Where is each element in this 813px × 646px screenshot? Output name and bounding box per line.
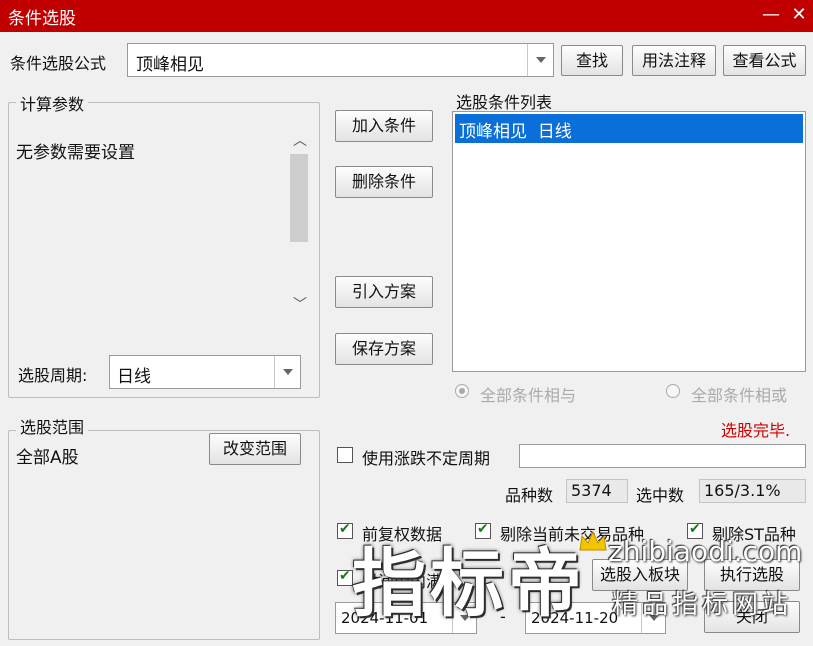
add-condition-button[interactable]: 加入条件 <box>335 110 433 142</box>
params-message: 无参数需要设置 <box>16 143 135 163</box>
radio-and-label: 全部条件相与 <box>480 386 577 405</box>
watermark-url: zhibiaodi.com <box>608 535 803 568</box>
time-range-checkbox[interactable] <box>337 568 353 586</box>
scroll-down-icon[interactable]: ﹀ <box>293 294 307 314</box>
adjusted-data-checkbox[interactable] <box>337 521 353 539</box>
minimize-button[interactable]: — <box>758 2 784 28</box>
import-plan-button[interactable]: 引入方案 <box>335 276 433 308</box>
conditions-list[interactable]: 顶峰相见 日线 <box>452 111 806 372</box>
variable-period-label: 使用涨跌不定周期 <box>362 449 491 468</box>
list-item[interactable]: 顶峰相见 日线 <box>455 114 803 143</box>
close-window-button[interactable]: ✕ <box>786 2 812 28</box>
selected-value: 165/3.1% <box>699 479 806 503</box>
chevron-down-icon[interactable] <box>527 44 553 76</box>
scroll-thumb[interactable] <box>290 154 308 242</box>
conditions-title: 选股条件列表 <box>456 93 553 112</box>
range-group-title: 选股范围 <box>16 414 89 438</box>
count-value: 5374 <box>566 479 628 503</box>
variable-period-checkbox[interactable] <box>337 447 353 463</box>
period-combo[interactable]: 日线 <box>109 355 301 389</box>
period-label: 选股周期: <box>18 366 88 385</box>
chevron-down-icon[interactable] <box>274 356 300 388</box>
delete-condition-button[interactable]: 删除条件 <box>335 166 433 198</box>
params-group-title: 计算参数 <box>16 91 89 115</box>
radio-or-label: 全部条件相或 <box>691 386 788 405</box>
watermark-text: 指标帝 <box>352 541 586 627</box>
status-text: 选股完毕. <box>721 421 791 440</box>
formula-value: 顶峰相见 <box>136 55 204 75</box>
params-scrollbar[interactable]: ︿ ﹀ <box>288 128 310 318</box>
params-panel: 无参数需要设置 ︿ ﹀ <box>12 128 314 318</box>
selected-label: 选中数 <box>636 486 685 505</box>
find-button[interactable]: 查找 <box>561 45 623 76</box>
variable-period-input[interactable] <box>519 444 806 468</box>
formula-label: 条件选股公式 <box>10 54 107 73</box>
dialog-body: 条件选股公式 顶峰相见 查找 用法注释 查看公式 计算参数 无参数需要设置 ︿ … <box>0 32 813 646</box>
period-value: 日线 <box>117 367 151 387</box>
range-value: 全部A股 <box>16 448 79 468</box>
count-label: 品种数 <box>505 486 554 505</box>
crown-icon <box>579 530 607 551</box>
save-plan-button[interactable]: 保存方案 <box>335 333 433 365</box>
watermark-subtitle: 精品指标网站 <box>612 590 793 620</box>
title-bar: 条件选股 — ✕ <box>0 0 813 32</box>
change-range-button[interactable]: 改变范围 <box>209 433 301 465</box>
scroll-up-icon[interactable]: ︿ <box>293 130 307 150</box>
condition-item-label: 顶峰相见 日线 <box>459 122 572 142</box>
radio-and[interactable] <box>455 384 469 398</box>
usage-notes-button[interactable]: 用法注释 <box>632 45 716 76</box>
window-title: 条件选股 <box>8 9 76 29</box>
view-formula-button[interactable]: 查看公式 <box>723 45 806 76</box>
formula-combo[interactable]: 顶峰相见 <box>127 43 554 77</box>
radio-or[interactable] <box>666 384 680 398</box>
